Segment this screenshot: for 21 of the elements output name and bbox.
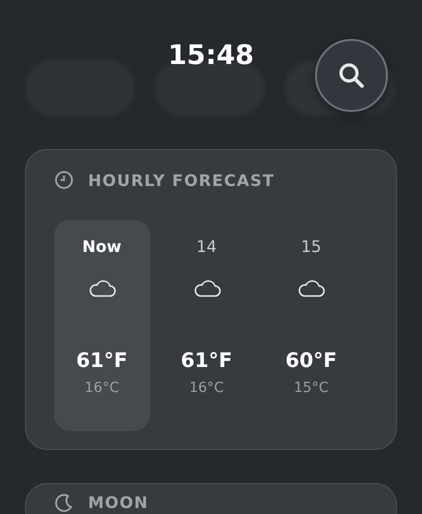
card-title: MOON <box>88 494 149 512</box>
temperature-f: 60°F <box>285 348 337 372</box>
moon-icon <box>54 493 74 513</box>
temperature-c: 15°C <box>294 380 328 396</box>
search-icon <box>336 60 366 90</box>
hour-column[interactable]: 15 60°F 15°C <box>263 220 360 431</box>
clock-time: 15:48 <box>167 40 255 71</box>
temperature-f: 61°F <box>76 348 128 372</box>
hour-label: 14 <box>196 237 217 256</box>
temperature-c: 16°C <box>84 380 120 396</box>
temperature-f: 61°F <box>180 348 232 372</box>
cloud-icon <box>192 278 222 298</box>
clock-icon <box>54 170 74 190</box>
temperature-c: 16°C <box>189 380 224 396</box>
cloud-icon <box>86 278 117 298</box>
cloud-icon <box>296 278 326 298</box>
hour-column[interactable]: Now 61°F 16°C <box>54 220 150 431</box>
hour-column[interactable]: 14 61°F 16°C <box>158 220 254 431</box>
hour-label: Now <box>82 237 122 256</box>
hour-label: 15 <box>301 237 322 256</box>
card-title: HOURLY FORECAST <box>88 170 275 190</box>
